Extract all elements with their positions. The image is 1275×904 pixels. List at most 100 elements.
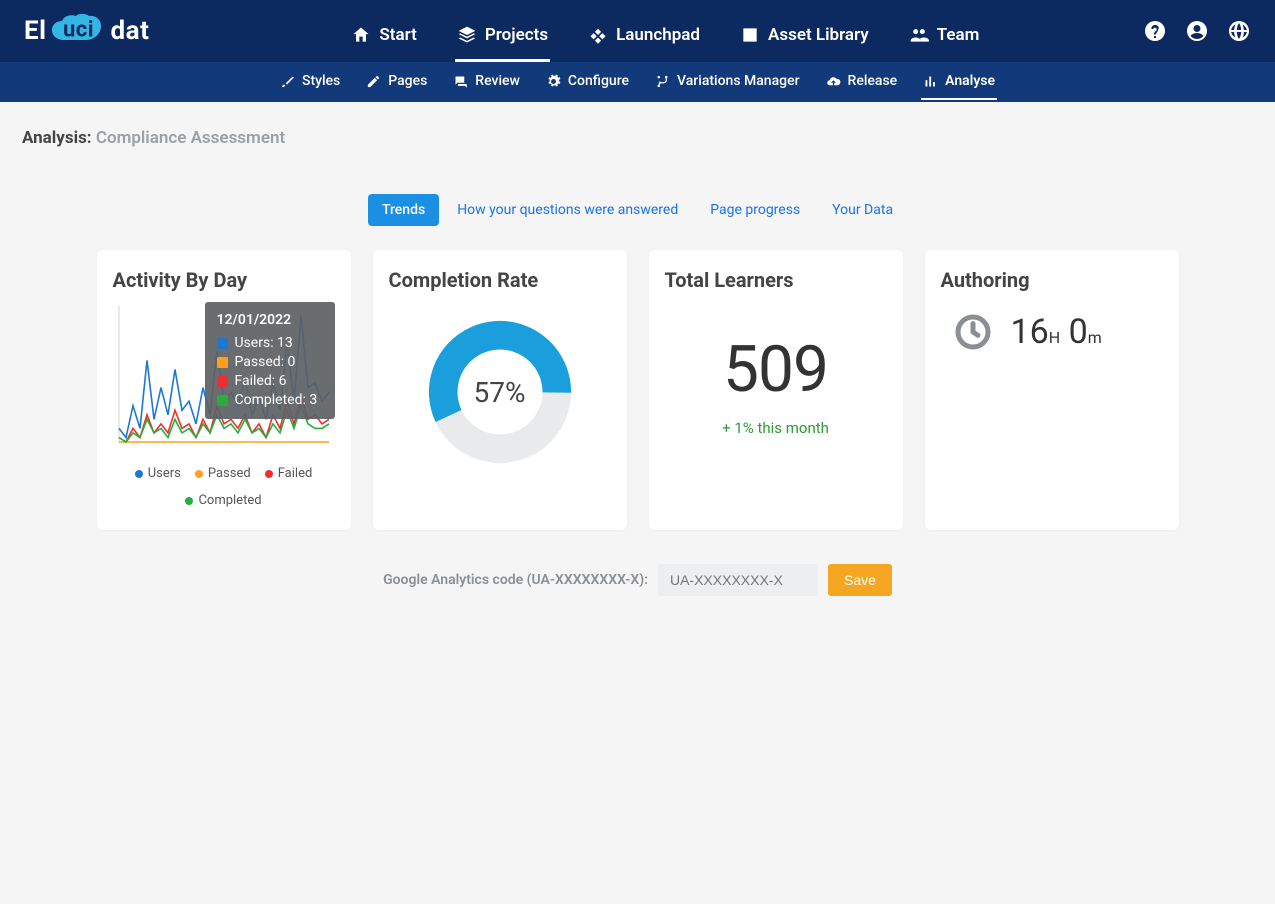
card-completion: Completion Rate 57% [373, 250, 627, 530]
subnav-release[interactable]: Release [824, 64, 900, 100]
legend-users: Users [148, 466, 181, 481]
clock-icon [953, 312, 993, 352]
chat-icon [453, 74, 468, 89]
tooltip-completed: Completed: 3 [235, 391, 318, 410]
tab-questions[interactable]: How your questions were answered [443, 194, 692, 226]
help-icon[interactable] [1143, 19, 1167, 43]
main-nav: Start Projects Launchpad Asset Library T… [349, 0, 981, 62]
nav-start-label: Start [379, 25, 416, 45]
authoring-minutes-suffix: m [1088, 328, 1102, 347]
subnav-analyse-label: Analyse [945, 73, 995, 89]
activity-tooltip: 12/01/2022 Users: 13 Passed: 0 Failed: 6… [205, 302, 335, 419]
nav-asset-library-label: Asset Library [768, 25, 869, 45]
ga-row: Google Analytics code (UA-XXXXXXXX-X): S… [22, 564, 1253, 596]
subnav-variations-label: Variations Manager [677, 73, 800, 89]
subnav-pages-label: Pages [388, 73, 427, 89]
home-icon [351, 25, 371, 45]
subnav-analyse[interactable]: Analyse [921, 64, 997, 100]
page-title: Analysis: Compliance Assessment [22, 128, 1253, 148]
subnav-release-label: Release [848, 73, 898, 89]
analysis-tabs: Trends How your questions were answered … [22, 194, 1253, 226]
page-title-project: Compliance Assessment [96, 128, 285, 148]
content: Analysis: Compliance Assessment Trends H… [0, 102, 1275, 622]
card-learners: Total Learners 509 + 1% this month [649, 250, 903, 530]
authoring-time: 16H 0m [1011, 312, 1102, 352]
branch-icon [655, 74, 670, 89]
card-activity-title: Activity By Day [113, 268, 335, 292]
subnav-variations[interactable]: Variations Manager [653, 64, 802, 100]
nav-launchpad[interactable]: Launchpad [586, 9, 702, 62]
nav-projects[interactable]: Projects [455, 9, 550, 62]
learners-delta: + 1% this month [665, 419, 887, 437]
activity-chart-wrap: 12/01/2022 Users: 13 Passed: 0 Failed: 6… [113, 302, 335, 456]
legend-completed: Completed [198, 493, 261, 508]
nav-team[interactable]: Team [907, 9, 982, 62]
completion-donut: 57% [425, 317, 575, 467]
subnav-review[interactable]: Review [451, 64, 522, 100]
ga-input[interactable] [658, 564, 818, 596]
learners-value: 509 [665, 332, 887, 407]
tab-your-data[interactable]: Your Data [818, 194, 907, 226]
cards-row: Activity By Day 12/01/2022 Users: 13 Pas… [22, 250, 1253, 530]
card-learners-title: Total Learners [665, 268, 887, 292]
people-icon [909, 25, 929, 45]
subnav-configure-label: Configure [568, 73, 629, 89]
logo-cloud-icon: uci [49, 14, 109, 48]
authoring-hours-suffix: H [1049, 328, 1060, 347]
tooltip-date: 12/01/2022 [217, 311, 323, 330]
topbar: El uci dat Start Projects Launchpad Asse… [0, 0, 1275, 62]
nav-asset-library[interactable]: Asset Library [738, 9, 871, 62]
tooltip-passed: Passed: 0 [235, 353, 296, 372]
bar-chart-icon [923, 74, 938, 89]
image-icon [740, 25, 760, 45]
legend-passed: Passed [208, 466, 251, 481]
logo-suffix: dat [111, 16, 150, 46]
logo-cloud-text: uci [63, 17, 94, 42]
page-title-prefix: Analysis: [22, 128, 92, 148]
tab-trends[interactable]: Trends [368, 194, 439, 226]
authoring-hours: 16 [1011, 312, 1049, 352]
card-authoring-title: Authoring [941, 268, 1163, 292]
logo[interactable]: El uci dat [24, 14, 149, 48]
ga-label: Google Analytics code (UA-XXXXXXXX-X): [383, 572, 648, 588]
save-button[interactable]: Save [828, 564, 892, 596]
nav-start[interactable]: Start [349, 9, 418, 62]
tooltip-swatch-users [217, 338, 228, 349]
diamond-icon [588, 25, 608, 45]
layers-icon [457, 25, 477, 45]
activity-legend: Users Passed Failed Completed [113, 466, 335, 508]
legend-failed: Failed [278, 466, 313, 481]
brush-icon [280, 74, 295, 89]
globe-icon[interactable] [1227, 19, 1251, 43]
cloud-up-icon [826, 74, 841, 89]
completion-percent: 57% [425, 317, 575, 467]
legend-dot-users [135, 470, 143, 478]
nav-projects-label: Projects [485, 25, 548, 45]
legend-dot-passed [195, 470, 203, 478]
card-completion-title: Completion Rate [389, 268, 611, 292]
subnav-configure[interactable]: Configure [544, 64, 631, 100]
account-icon[interactable] [1185, 19, 1209, 43]
subnav-pages[interactable]: Pages [364, 64, 429, 100]
card-authoring: Authoring 16H 0m [925, 250, 1179, 530]
gear-icon [546, 74, 561, 89]
authoring-minutes: 0 [1069, 312, 1088, 352]
subnav-styles[interactable]: Styles [278, 64, 342, 100]
pencil-icon [366, 74, 381, 89]
tooltip-swatch-completed [217, 395, 228, 406]
tooltip-users: Users: 13 [235, 334, 293, 353]
tab-page-progress[interactable]: Page progress [696, 194, 814, 226]
subnav-styles-label: Styles [302, 73, 340, 89]
logo-prefix: El [24, 16, 47, 46]
completion-donut-wrap: 57% [389, 302, 611, 482]
nav-launchpad-label: Launchpad [616, 25, 700, 45]
tooltip-swatch-failed [217, 376, 228, 387]
topbar-right [1143, 19, 1251, 43]
legend-dot-failed [265, 470, 273, 478]
nav-team-label: Team [937, 25, 980, 45]
subnav: Styles Pages Review Configure Variations… [0, 62, 1275, 102]
tooltip-swatch-passed [217, 357, 228, 368]
tooltip-failed: Failed: 6 [235, 372, 287, 391]
card-activity: Activity By Day 12/01/2022 Users: 13 Pas… [97, 250, 351, 530]
subnav-review-label: Review [475, 73, 520, 89]
